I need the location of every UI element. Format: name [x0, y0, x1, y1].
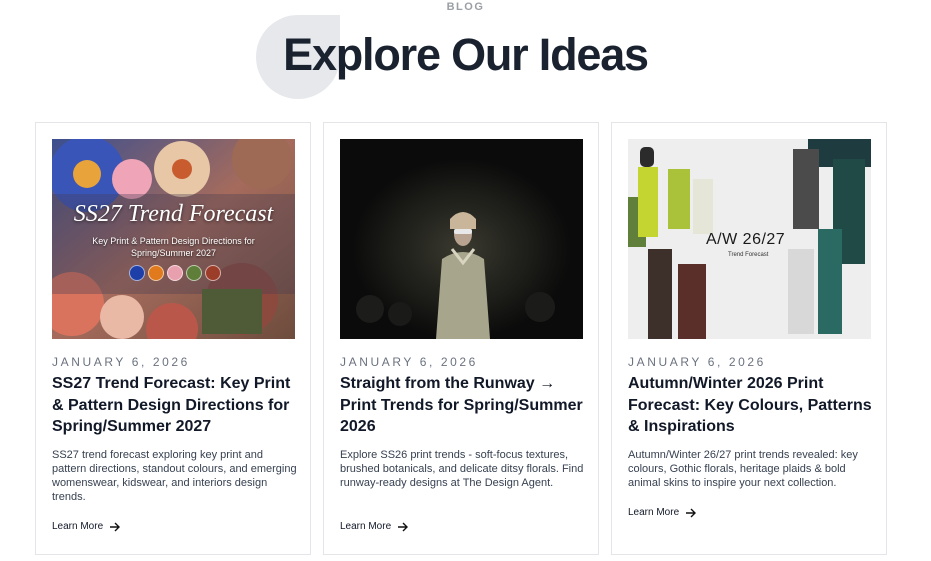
color-swatches [129, 265, 221, 281]
page-title: Explore Our Ideas [283, 29, 649, 80]
learn-more-link[interactable]: Learn More [340, 521, 409, 532]
learn-more-label: Learn More [340, 521, 392, 532]
runway-image [340, 139, 583, 339]
image-overlay-subtitle: Key Print & Pattern Design Directions fo… [92, 236, 255, 258]
blog-card: SS27 Trend Forecast Key Print & Pattern … [35, 122, 311, 555]
learn-more-link[interactable]: Learn More [628, 507, 697, 518]
post-date: JANUARY 6, 2026 [340, 355, 478, 369]
image-overlay-title: SS27 Trend Forecast [73, 201, 274, 227]
learn-more-label: Learn More [52, 521, 104, 532]
post-description: SS27 trend forecast exploring key print … [52, 449, 297, 503]
post-title[interactable]: Straight from the Runway → Print Trends … [340, 373, 590, 438]
arrow-right-icon [686, 508, 697, 517]
color-swatch [129, 265, 145, 281]
color-swatch [205, 265, 221, 281]
color-swatch [148, 265, 164, 281]
post-description: Explore SS26 print trends - soft-focus t… [340, 449, 584, 489]
arrow-right-icon [398, 522, 409, 531]
post-image[interactable]: SS27 Trend Forecast Key Print & Pattern … [52, 139, 295, 339]
image-overlay-title: A/W 26/27 [706, 231, 786, 248]
learn-more-label: Learn More [628, 507, 680, 518]
post-date: JANUARY 6, 2026 [628, 355, 766, 369]
section-eyebrow: BLOG [446, 1, 485, 13]
color-swatch [167, 265, 183, 281]
post-image[interactable]: A/W 26/27 Trend Forecast [628, 139, 871, 339]
blog-card: JANUARY 6, 2026 Straight from the Runway… [323, 122, 599, 555]
post-date: JANUARY 6, 2026 [52, 355, 190, 369]
blog-card: A/W 26/27 Trend Forecast JANUARY 6, 2026… [611, 122, 887, 555]
arrow-right-icon [110, 522, 121, 531]
learn-more-link[interactable]: Learn More [52, 521, 121, 532]
color-swatch [186, 265, 202, 281]
image-overlay-subtitle: Trend Forecast [728, 252, 769, 258]
post-description: Autumn/Winter 26/27 print trends reveale… [628, 449, 858, 489]
post-title[interactable]: SS27 Trend Forecast: Key Print & Pattern… [52, 373, 302, 438]
post-image[interactable] [340, 139, 583, 339]
post-title[interactable]: Autumn/Winter 2026 Print Forecast: Key C… [628, 373, 878, 438]
section-header: Explore Our Ideas [0, 15, 931, 99]
